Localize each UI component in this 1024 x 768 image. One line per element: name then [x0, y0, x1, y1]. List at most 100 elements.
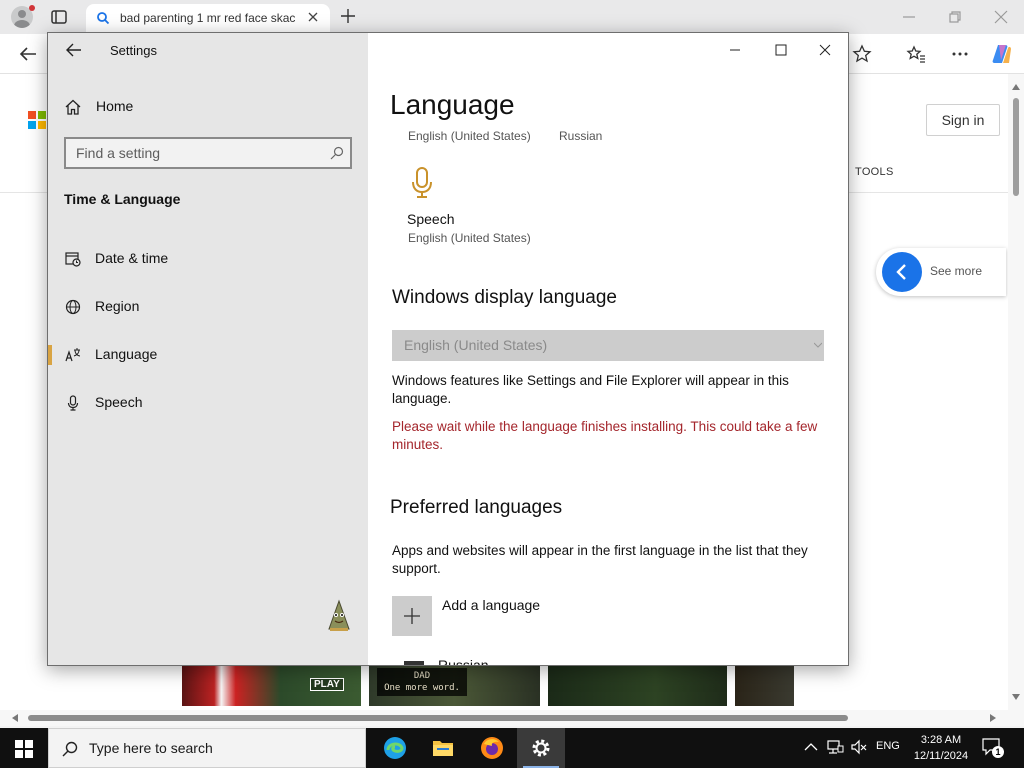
language-icon — [65, 348, 81, 362]
section-heading: Preferred languages — [390, 497, 563, 518]
horizontal-scrollbar[interactable] — [0, 710, 1024, 726]
calendar-clock-icon — [65, 252, 81, 267]
language-chip[interactable]: English (United States) — [408, 129, 531, 143]
microsoft-logo[interactable] — [28, 111, 46, 129]
sidebar-item-label: Language — [95, 346, 158, 362]
plus-icon — [404, 608, 420, 624]
video-thumbnail[interactable]: DAD One more word. — [369, 664, 540, 706]
scroll-down-icon[interactable] — [1012, 694, 1020, 700]
more-options-icon[interactable] — [950, 44, 970, 64]
file-explorer-icon — [433, 741, 453, 756]
window-title: Settings — [110, 43, 157, 58]
clock-time: 3:28 AM — [920, 734, 962, 746]
windows-logo-icon — [15, 740, 33, 758]
globe-icon — [65, 299, 81, 315]
speech-microphone-icon[interactable] — [410, 167, 434, 199]
display-language-select[interactable]: English (United States) — [392, 330, 824, 361]
tools-tab[interactable]: TOOLS — [855, 166, 894, 178]
sidebar-item-region[interactable]: Region — [48, 293, 368, 321]
sidebar-item-label: Region — [95, 298, 140, 314]
taskbar: Type here to search ENG 3:28 AM 12/11/20… — [0, 728, 1024, 768]
sign-in-button[interactable]: Sign in — [926, 104, 1000, 136]
taskbar-file-explorer[interactable] — [419, 728, 467, 768]
notification-count-badge: 1 — [992, 746, 1004, 758]
favorite-star-icon[interactable] — [852, 44, 872, 64]
horizontal-scroll-thumb[interactable] — [28, 715, 848, 721]
minimize-icon[interactable] — [728, 43, 742, 57]
sidebar-item-language[interactable]: Language — [48, 341, 368, 369]
back-arrow-icon[interactable] — [18, 45, 38, 63]
tab-actions-icon[interactable] — [50, 8, 68, 26]
nav-home[interactable]: Home — [64, 97, 352, 119]
start-button[interactable] — [0, 728, 48, 768]
profile-notification-dot — [29, 5, 35, 11]
scroll-left-icon[interactable] — [12, 714, 18, 722]
search-icon — [330, 146, 344, 160]
find-setting-input[interactable]: Find a setting — [64, 137, 352, 169]
new-tab-icon[interactable] — [340, 8, 356, 24]
scroll-up-icon[interactable] — [1012, 84, 1020, 90]
taskbar-settings[interactable] — [517, 728, 565, 768]
close-icon[interactable] — [818, 43, 832, 57]
taskbar-search-box[interactable]: Type here to search — [48, 728, 366, 768]
taskbar-firefox[interactable] — [468, 728, 516, 768]
search-placeholder: Find a setting — [76, 145, 161, 161]
scroll-right-icon[interactable] — [990, 714, 996, 722]
sidebar-item-label: Speech — [95, 394, 143, 410]
taskbar-edge[interactable] — [371, 728, 419, 768]
display-language-description: Windows features like Settings and File … — [392, 373, 789, 406]
video-thumbnail[interactable] — [735, 664, 794, 706]
tab-close-icon[interactable] — [306, 10, 320, 24]
sidebar-item-date-time[interactable]: Date & time — [48, 245, 368, 273]
network-icon[interactable] — [826, 738, 844, 756]
browser-close-icon[interactable] — [994, 10, 1008, 24]
speech-title[interactable]: Speech — [407, 211, 454, 227]
see-more-arrow-icon — [882, 252, 922, 292]
settings-sidebar: Settings Home Find a setting Time & Lang… — [48, 33, 368, 665]
copilot-icon[interactable] — [990, 42, 1014, 66]
search-icon — [97, 12, 110, 25]
tips-character-icon[interactable] — [326, 599, 352, 633]
clock[interactable]: 3:28 AM 12/11/2024 — [910, 732, 972, 764]
vertical-scrollbar[interactable] — [1008, 74, 1024, 710]
display-language-value: English (United States) — [404, 337, 548, 353]
language-pack-icon — [404, 661, 424, 665]
microphone-icon — [67, 395, 79, 411]
tab-title: bad parenting 1 mr red face skac — [120, 11, 296, 25]
sidebar-item-speech[interactable]: Speech — [48, 389, 368, 417]
settings-gear-icon — [532, 739, 550, 757]
speech-subtitle: English (United States) — [408, 231, 531, 245]
clock-date: 12/11/2024 — [913, 750, 969, 762]
see-more-label: See more — [930, 264, 983, 278]
browser-tab-bar: bad parenting 1 mr red face skac — [0, 0, 1024, 34]
taskbar-search-placeholder: Type here to search — [89, 740, 213, 756]
show-hidden-icons-chevron-icon[interactable] — [802, 738, 820, 756]
add-language-button[interactable] — [392, 596, 432, 636]
nav-home-label: Home — [96, 98, 134, 114]
thumbnail-caption: DAD One more word. — [377, 668, 467, 696]
language-chip[interactable]: Russian — [559, 129, 602, 143]
chevron-down-icon — [814, 342, 822, 348]
input-language-indicator[interactable]: ENG — [876, 740, 900, 752]
vertical-scroll-thumb[interactable] — [1013, 98, 1019, 196]
browser-minimize-icon[interactable] — [902, 10, 916, 24]
play-label: PLAY — [310, 678, 344, 691]
home-icon — [65, 99, 81, 115]
preferred-languages-description: Apps and websites will appear in the fir… — [392, 543, 808, 576]
browser-restore-icon[interactable] — [948, 10, 962, 24]
add-language-label[interactable]: Add a language — [442, 597, 540, 613]
section-heading: Time & Language — [64, 191, 181, 207]
volume-muted-icon[interactable] — [850, 738, 868, 756]
notification-center[interactable]: 1 — [982, 738, 1006, 758]
firefox-icon — [481, 737, 503, 759]
see-more-button[interactable]: See more — [876, 248, 1006, 296]
maximize-icon[interactable] — [774, 43, 788, 57]
preferred-language-row[interactable]: Russian — [404, 657, 824, 665]
video-thumbnail[interactable] — [548, 664, 727, 706]
section-heading: Windows display language — [392, 287, 617, 308]
favorites-list-icon[interactable] — [906, 44, 926, 64]
video-thumbnail[interactable]: PLAY — [182, 664, 361, 706]
back-arrow-icon[interactable] — [66, 43, 82, 57]
page-title: Language — [390, 89, 515, 120]
browser-tab-active[interactable]: bad parenting 1 mr red face skac — [86, 4, 330, 34]
